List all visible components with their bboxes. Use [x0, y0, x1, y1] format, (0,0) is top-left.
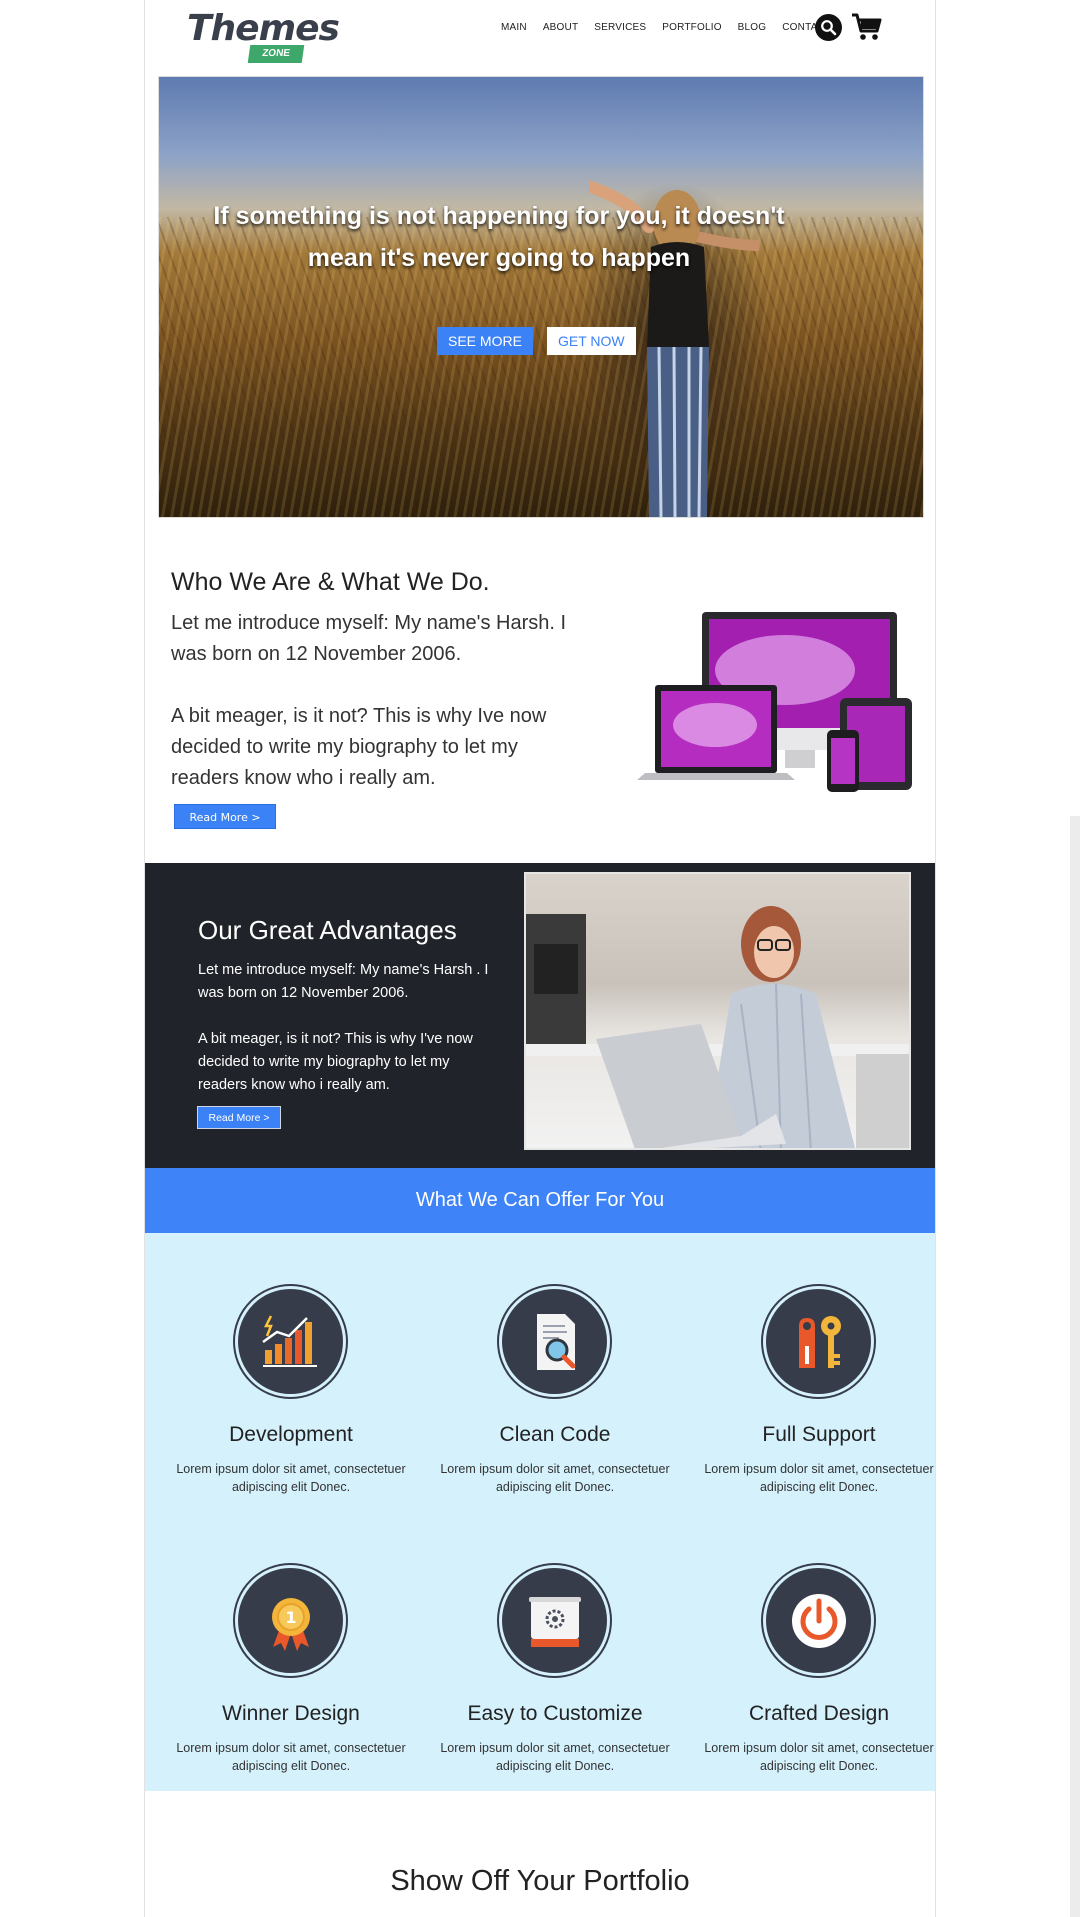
medal-icon: 1 — [272, 1598, 310, 1651]
power-icon — [792, 1594, 846, 1648]
feature-circle: 1 — [235, 1565, 346, 1676]
nav-services[interactable]: SERVICES — [594, 22, 646, 33]
main-nav: MAIN ABOUT SERVICES PORTFOLIO BLOG CONTA… — [501, 22, 847, 33]
feature-title: Clean Code — [499, 1423, 611, 1446]
logo-ribbon: ZONE — [247, 45, 305, 63]
who-paragraph-1: Let me introduce myself: My name's Harsh… — [171, 612, 567, 665]
gear-scroll-icon — [529, 1597, 581, 1647]
feature-title: Winner Design — [222, 1702, 360, 1725]
responsive-devices-image — [637, 612, 912, 792]
feature-text: Lorem ipsum dolor sit amet, consectetuer… — [176, 1462, 406, 1494]
nav-about[interactable]: ABOUT — [543, 22, 578, 33]
cart-icon — [852, 13, 882, 40]
offer-heading-band: What We Can Offer For You — [145, 1168, 935, 1233]
site-header: Themes ZONE MAIN ABOUT SERVICES PORTFOLI… — [145, 0, 935, 70]
themes-zone-logo[interactable]: Themes ZONE — [187, 8, 340, 64]
chart-growth-icon — [262, 1315, 317, 1367]
feature-text: Lorem ipsum dolor sit amet, consectetuer… — [176, 1741, 406, 1773]
feature-text: Lorem ipsum dolor sit amet, consectetuer… — [440, 1741, 670, 1773]
hero-banner: If something is not happening for you, i… — [158, 76, 924, 518]
feature-text: Lorem ipsum dolor sit amet, consectetuer… — [440, 1462, 670, 1494]
page: Themes ZONE MAIN ABOUT SERVICES PORTFOLI… — [144, 0, 936, 1917]
who-heading: Who We Are & What We Do. — [171, 568, 490, 596]
feature-text: Lorem ipsum dolor sit amet, consectetuer… — [704, 1462, 934, 1494]
get-now-button[interactable]: GET NOW — [547, 327, 636, 355]
features-grid: Development Lorem ipsum dolor sit amet, … — [145, 1233, 935, 1791]
page-scrollbar-track[interactable] — [1070, 816, 1080, 1917]
who-read-more-button[interactable]: Read More > — [174, 804, 276, 829]
cart-button[interactable] — [851, 12, 883, 42]
search-icon — [821, 20, 837, 36]
portfolio-heading: Show Off Your Portfolio — [390, 1865, 690, 1897]
feature-title: Full Support — [762, 1423, 876, 1446]
advantages-paragraph-2: A bit meager, is it not? This is why I'v… — [198, 1031, 473, 1093]
feature-circle — [763, 1565, 874, 1676]
nav-blog[interactable]: BLOG — [738, 22, 767, 33]
woman-laptop-photo — [524, 872, 911, 1150]
feature-circle — [235, 1286, 346, 1397]
nav-main[interactable]: MAIN — [501, 22, 527, 33]
feature-title: Easy to Customize — [467, 1702, 643, 1725]
advantages-heading: Our Great Advantages — [198, 915, 457, 945]
feature-title: Development — [229, 1423, 353, 1446]
see-more-button[interactable]: SEE MORE — [437, 327, 533, 355]
feature-circle — [763, 1286, 874, 1397]
who-we-are-section: Who We Are & What We Do. Let me introduc… — [145, 560, 935, 830]
advantages-paragraph-1: Let me introduce myself: My name's Harsh… — [198, 962, 489, 1001]
tag-key-icon — [799, 1316, 841, 1368]
advantages-section: Our Great Advantages Let me introduce my… — [145, 863, 935, 1168]
document-magnifier-icon — [537, 1314, 576, 1370]
advantages-read-more-button[interactable]: Read More > — [197, 1106, 281, 1129]
search-button[interactable] — [815, 14, 842, 41]
feature-circle — [499, 1286, 610, 1397]
feature-circle — [499, 1565, 610, 1676]
nav-portfolio[interactable]: PORTFOLIO — [662, 22, 721, 33]
svg-text:1: 1 — [285, 1608, 296, 1627]
feature-title: Crafted Design — [748, 1702, 890, 1725]
feature-text: Lorem ipsum dolor sit amet, consectetuer… — [704, 1741, 934, 1773]
logo-text: Themes — [187, 8, 340, 49]
who-paragraph-2: A bit meager, is it not? This is why Ive… — [171, 705, 547, 789]
hero-title: If something is not happening for you, i… — [213, 202, 785, 272]
